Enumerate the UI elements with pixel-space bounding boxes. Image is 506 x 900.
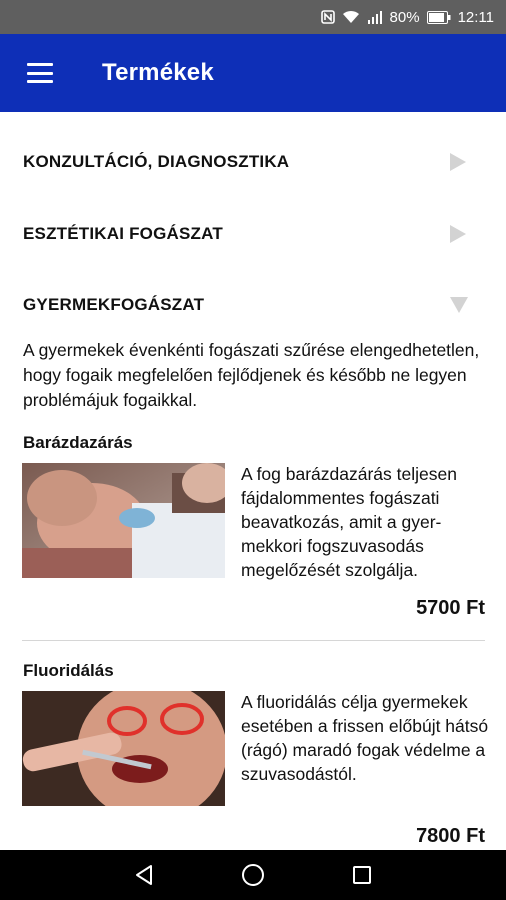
hamburger-menu-icon[interactable] xyxy=(27,63,53,83)
product-title: Fluoridálás xyxy=(23,661,114,680)
category-consultation[interactable]: KONZULTÁCIÓ, DIAGNOSZTIKA xyxy=(0,137,506,187)
battery-percent: 80% xyxy=(389,8,420,26)
category-label: KONZULTÁCIÓ, DIAGNOSZTIKA xyxy=(23,152,290,171)
signal-icon xyxy=(367,10,383,24)
divider xyxy=(22,640,485,641)
product-title: Barázdazárás xyxy=(23,433,133,452)
app-bar: Termékek xyxy=(0,34,506,112)
category-pediatric[interactable]: GYERMEKFOGÁSZAT xyxy=(0,280,506,330)
battery-icon xyxy=(426,10,451,24)
content-area[interactable]: KONZULTÁCIÓ, DIAGNOSZTIKA ESZTÉTIKAI FOG… xyxy=(0,112,506,850)
product-card[interactable]: Barázdazárás A fog barázdazárás teljesen… xyxy=(0,433,506,623)
product-image-sealant xyxy=(22,463,225,578)
page-title: Termékek xyxy=(102,59,214,86)
clock: 12:11 xyxy=(457,8,494,26)
category-label: GYERMEKFOGÁSZAT xyxy=(23,295,205,314)
category-description: A gyermekek évenkénti fogászati szűrése … xyxy=(23,340,480,410)
chevron-right-icon xyxy=(450,153,466,171)
recents-square-icon[interactable] xyxy=(350,863,374,887)
back-triangle-icon[interactable] xyxy=(132,863,156,887)
system-navigation-bar xyxy=(0,850,506,900)
home-circle-icon[interactable] xyxy=(241,863,265,887)
product-image-fluoride xyxy=(22,691,225,806)
nfc-icon xyxy=(320,10,335,24)
product-description: A fog barázdazárás teljesen fájdalomment… xyxy=(241,464,457,580)
product-price: 7800 Ft xyxy=(416,825,485,847)
category-aesthetic[interactable]: ESZTÉTIKAI FOGÁSZAT xyxy=(0,209,506,259)
product-price: 5700 Ft xyxy=(416,597,485,619)
chevron-right-icon xyxy=(450,225,466,243)
category-label: ESZTÉTIKAI FOGÁSZAT xyxy=(23,224,223,243)
status-bar: 80% 12:11 xyxy=(0,0,506,34)
chevron-down-icon xyxy=(450,297,468,313)
product-card[interactable]: Fluoridálás A fluoridálás célja gyermeke… xyxy=(0,661,506,850)
wifi-icon xyxy=(342,10,360,24)
product-description: A fluoridálás célja gyermekek esetében a… xyxy=(241,692,489,784)
